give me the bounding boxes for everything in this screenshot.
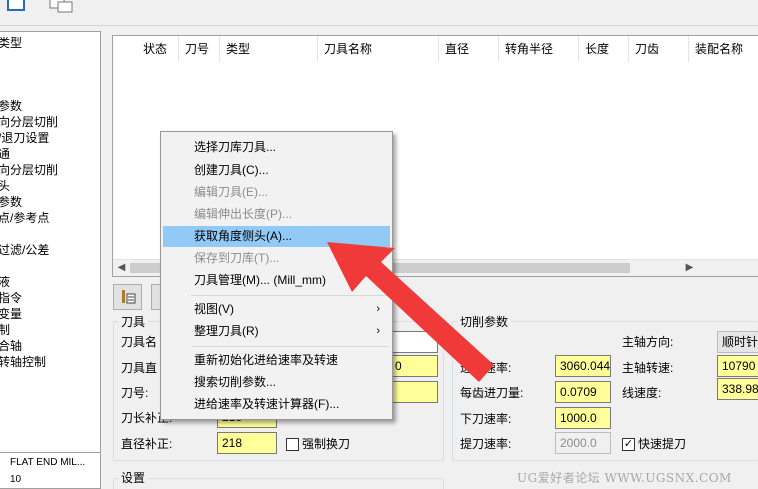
diameter-comp-label: 直径补正:	[121, 437, 173, 451]
menu-item-view-label: 视图(V)	[194, 302, 234, 316]
tool-filter-icon	[122, 290, 136, 304]
menu-item-feed-speed-calculator[interactable]: 进给速率及转速计算器(F)...	[163, 394, 390, 415]
settings-group	[113, 478, 444, 489]
column-header-assembly-name[interactable]: 装配名称	[689, 36, 758, 62]
force-tool-change-checkbox[interactable]	[286, 438, 299, 451]
tool-diameter-label: 刀具直	[121, 361, 158, 375]
tool-number-label: 刀号:	[121, 386, 149, 400]
column-header-length[interactable]: 长度	[579, 36, 629, 62]
copy-window-icon[interactable]	[48, 0, 73, 18]
menu-item-get-angle-head[interactable]: 获取角度侧头(A)...	[163, 226, 390, 247]
plunge-rate-field[interactable]: 1000.0	[555, 407, 611, 429]
feed-rate-label: 进给速率:	[460, 361, 512, 375]
tree-item[interactable]: 点/参考点	[0, 210, 49, 226]
cutting-params-title: 切削参数	[457, 313, 512, 330]
surface-speed-label: 线速度:	[622, 386, 662, 400]
tree-item[interactable]: 向分层切削	[0, 114, 58, 130]
column-header-type[interactable]: 类型	[220, 36, 318, 62]
tree-item[interactable]: /退刀设置	[0, 130, 49, 146]
submenu-arrow-icon: ›	[376, 303, 380, 315]
tree-item[interactable]: 向分层切削	[0, 162, 58, 178]
window-icon[interactable]	[6, 0, 28, 18]
tool-name-label: 刀具名	[121, 335, 158, 349]
tree-item[interactable]: 通	[0, 146, 10, 162]
menu-item-edit-stickout: 编辑伸出长度(P)...	[194, 207, 292, 221]
tool-name-field[interactable]	[390, 331, 438, 353]
tree-item[interactable]: 过滤/公差	[0, 242, 49, 258]
menu-separator	[191, 295, 389, 296]
diameter-comp-field[interactable]: 218	[217, 432, 277, 454]
rapid-retract-checkbox[interactable]: ✓	[622, 438, 635, 451]
surface-speed-field[interactable]: 338.988	[717, 378, 758, 400]
force-tool-change-label: 强制换刀	[302, 437, 351, 451]
column-header-tool-number[interactable]: 刀号	[179, 36, 220, 62]
spindle-direction-label: 主轴方向:	[622, 335, 674, 349]
column-header-corner-radius[interactable]: 转角半径	[499, 36, 579, 62]
feed-per-tooth-field[interactable]: 0.0709	[555, 381, 611, 403]
menu-item-create-tool[interactable]: 创建刀具(C)...	[163, 160, 390, 181]
menu-separator	[191, 346, 389, 347]
tool-diameter-field[interactable]: 0	[390, 355, 438, 377]
menu-item-search-cutting-params[interactable]: 搜索切削参数...	[163, 372, 390, 393]
scroll-right-icon[interactable]: ▶	[681, 260, 698, 276]
operation-parameter-tree: 类型参数向分层切削/退刀设置通向分层切削头参数点/参考点过滤/公差液指令变量制合…	[0, 31, 101, 455]
tool-filter-button[interactable]	[113, 284, 142, 310]
spindle-speed-field[interactable]: 10790	[717, 355, 758, 377]
menu-item-edit-tool: 编辑刀具(E)...	[194, 185, 268, 199]
tree-item[interactable]: 转轴控制	[0, 354, 46, 370]
tree-item[interactable]: 指令	[0, 290, 22, 306]
retract-rate-field[interactable]: 2000.0	[555, 432, 611, 454]
menu-item-select-library-tool[interactable]: 选择刀库刀具...	[163, 137, 390, 158]
plunge-rate-label: 下刀速率:	[460, 412, 512, 426]
tree-item[interactable]: 参数	[0, 194, 22, 210]
column-header-tool-name[interactable]: 刀具名称	[318, 36, 439, 62]
tree-item[interactable]: 液	[0, 274, 10, 290]
tool-context-menu: 选择刀库刀具... 创建刀具(C)... 编辑刀具(E)... 编辑伸出长度(P…	[160, 131, 393, 420]
column-header-diameter[interactable]: 直径	[439, 36, 499, 62]
feed-rate-field[interactable]: 3060.044	[555, 355, 611, 377]
forum-watermark: UG爱好者论坛 WWW.UGSNX.COM	[517, 471, 732, 485]
column-header-status[interactable]: 状态	[137, 36, 179, 62]
menu-item-reinit-feeds-speeds[interactable]: 重新初始化进给速率及转速	[163, 350, 390, 371]
tree-item[interactable]: 参数	[0, 98, 22, 114]
top-toolbar	[0, 0, 758, 26]
tree-item[interactable]: 制	[0, 322, 10, 338]
rapid-retract-label: 快速提刀	[638, 437, 687, 451]
tool-summary-number: 10	[10, 474, 22, 485]
scroll-left-icon[interactable]: ◀	[113, 260, 130, 276]
spindle-direction-select[interactable]: 顺时针	[717, 331, 758, 353]
tool-number-field[interactable]	[390, 381, 438, 403]
tree-item[interactable]: 变量	[0, 306, 22, 322]
tool-summary-box: FLAT END MIL... 10	[0, 452, 101, 489]
menu-item-arrange-tools-label: 整理刀具(R)	[194, 324, 259, 338]
menu-item-view[interactable]: 视图(V) ›	[163, 299, 390, 320]
tool-group-title: 刀具	[118, 313, 149, 330]
tree-item[interactable]: 类型	[0, 35, 22, 51]
menu-item-save-to-library: 保存到刀库(T)...	[194, 251, 280, 265]
tree-item[interactable]: 合轴	[0, 338, 22, 354]
tree-item[interactable]: 头	[0, 178, 10, 194]
feed-per-tooth-label: 每齿进刀量:	[460, 386, 524, 400]
retract-rate-label: 提刀速率:	[460, 437, 512, 451]
menu-item-tool-manager[interactable]: 刀具管理(M)... (Mill_mm)	[163, 270, 390, 291]
menu-item-arrange-tools[interactable]: 整理刀具(R) ›	[163, 321, 390, 342]
spindle-speed-label: 主轴转速:	[622, 361, 674, 375]
tool-summary-type: FLAT END MIL...	[10, 457, 86, 468]
settings-group-title: 设置	[118, 469, 149, 486]
submenu-arrow-icon: ›	[376, 325, 380, 337]
column-header-flutes[interactable]: 刀齿	[629, 36, 689, 62]
